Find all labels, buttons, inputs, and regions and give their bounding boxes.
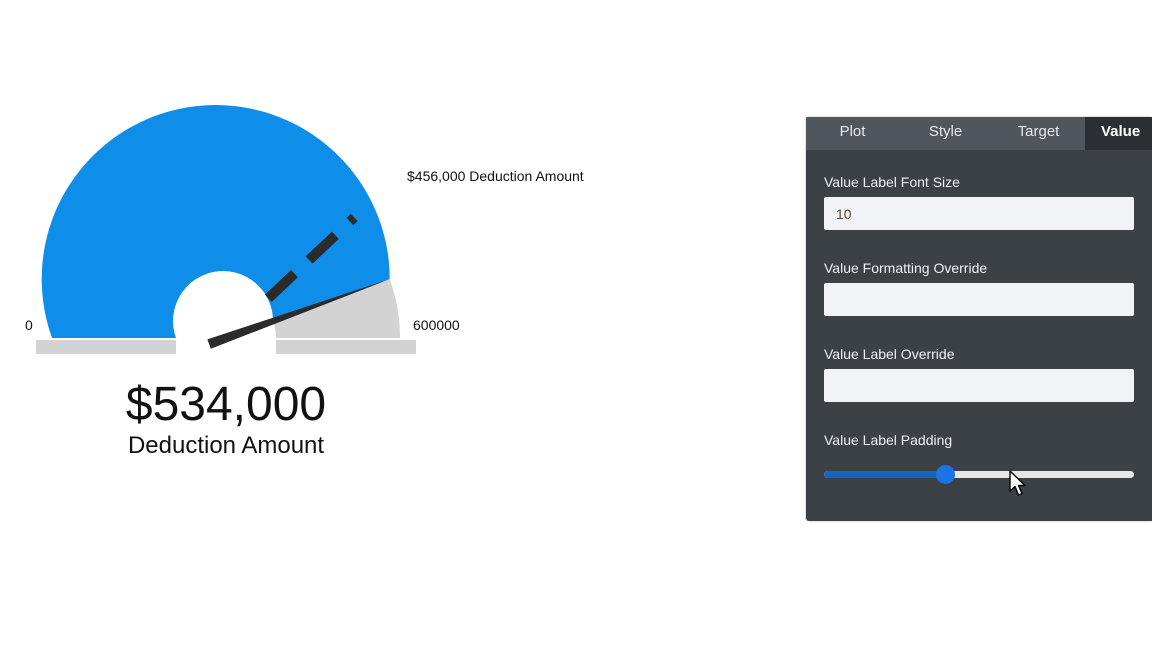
value-label: $534,000 [126, 378, 326, 431]
canvas: 0 600000 $456,000 Deduction Amount $534,… [0, 0, 1152, 648]
slider-thumb[interactable] [935, 465, 955, 484]
gauge-max-label: 600000 [413, 317, 460, 333]
gauge-base-left [36, 340, 176, 354]
target-label: $456,000 Deduction Amount [407, 168, 584, 184]
panel-tabs: Plot Style Target Value [806, 117, 1152, 150]
formatting-override-input[interactable] [824, 283, 1134, 316]
gauge-chart: 0 600000 $456,000 Deduction Amount $534,… [25, 105, 584, 459]
tab-style[interactable]: Style [899, 117, 992, 150]
tab-plot[interactable]: Plot [806, 117, 899, 150]
value-caption: Deduction Amount [128, 432, 324, 459]
font-size-label: Value Label Font Size [824, 174, 960, 190]
gauge-min-label: 0 [25, 317, 33, 333]
label-override-label: Value Label Override [824, 346, 955, 362]
padding-slider[interactable] [824, 465, 1134, 484]
label-override-input[interactable] [824, 369, 1134, 402]
value-settings-panel: Plot Style Target Value Value Label Font… [806, 117, 1152, 521]
formatting-override-label: Value Formatting Override [824, 260, 988, 276]
font-size-input[interactable] [824, 197, 1134, 230]
slider-fill [824, 471, 945, 478]
tab-target[interactable]: Target [992, 117, 1085, 150]
tab-value[interactable]: Value [1085, 117, 1152, 150]
gauge-base-right [276, 340, 416, 354]
padding-label: Value Label Padding [824, 432, 953, 448]
